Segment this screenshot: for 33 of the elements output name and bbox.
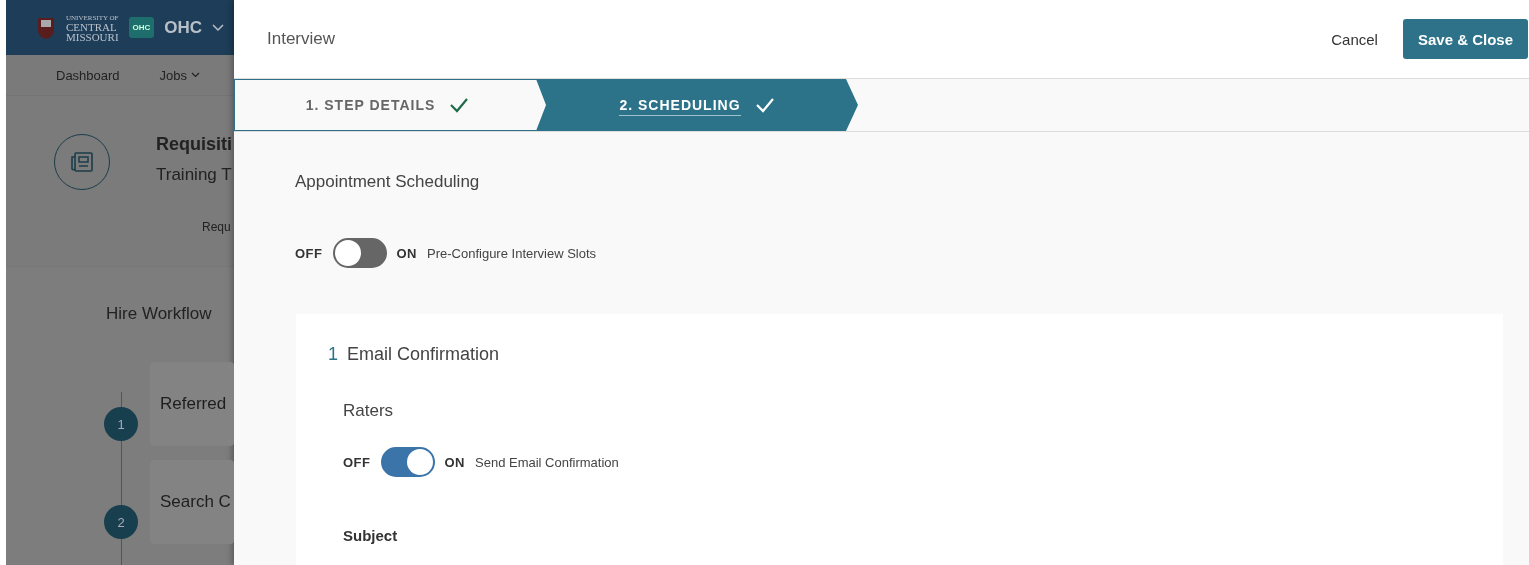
- field-label: Subject: [343, 527, 399, 544]
- toggle-label: Pre-Configure Interview Slots: [427, 245, 597, 261]
- workflow-step-card[interactable]: Search C: [150, 460, 234, 544]
- workflow-step-card[interactable]: Referred: [150, 362, 234, 446]
- card-title: Email Confirmation: [347, 344, 500, 365]
- newspaper-icon: [70, 151, 94, 173]
- toggle-switch[interactable]: [332, 238, 387, 268]
- save-close-button[interactable]: Save & Close: [1402, 19, 1528, 59]
- step-tab[interactable]: 1. STEP DETAILS: [234, 79, 540, 131]
- off-label: OFF: [295, 245, 323, 261]
- requisition-tab[interactable]: Requ: [202, 220, 234, 234]
- step-number: 2: [104, 505, 138, 539]
- step-tab[interactable]: 2. SCHEDULING: [536, 79, 858, 131]
- app-name[interactable]: OHC: [164, 17, 203, 38]
- workflow-title: Hire Workflow: [106, 304, 213, 324]
- toggle-label: Send Email Confirmation: [475, 454, 619, 470]
- drawer-title: Interview: [267, 29, 337, 49]
- cancel-button[interactable]: Cancel: [1331, 30, 1378, 48]
- shield-icon: [36, 15, 56, 40]
- requisition-title: Requisiti: [156, 134, 232, 155]
- app-badge: OHC: [128, 17, 155, 38]
- toggle-switch[interactable]: [380, 447, 435, 477]
- on-label: ON: [444, 454, 465, 470]
- step-number: 1: [104, 407, 138, 441]
- requisition-subtitle: Training T: [156, 165, 232, 185]
- section-title: Appointment Scheduling: [295, 172, 481, 192]
- nav-link[interactable]: Dashboard: [56, 67, 120, 83]
- step-number: 1: [328, 344, 338, 365]
- chevron-down-icon: [212, 23, 225, 32]
- group-label: Raters: [343, 401, 395, 421]
- off-label: OFF: [343, 454, 371, 470]
- on-label: ON: [396, 245, 417, 261]
- nav-link[interactable]: Jobs: [159, 67, 188, 83]
